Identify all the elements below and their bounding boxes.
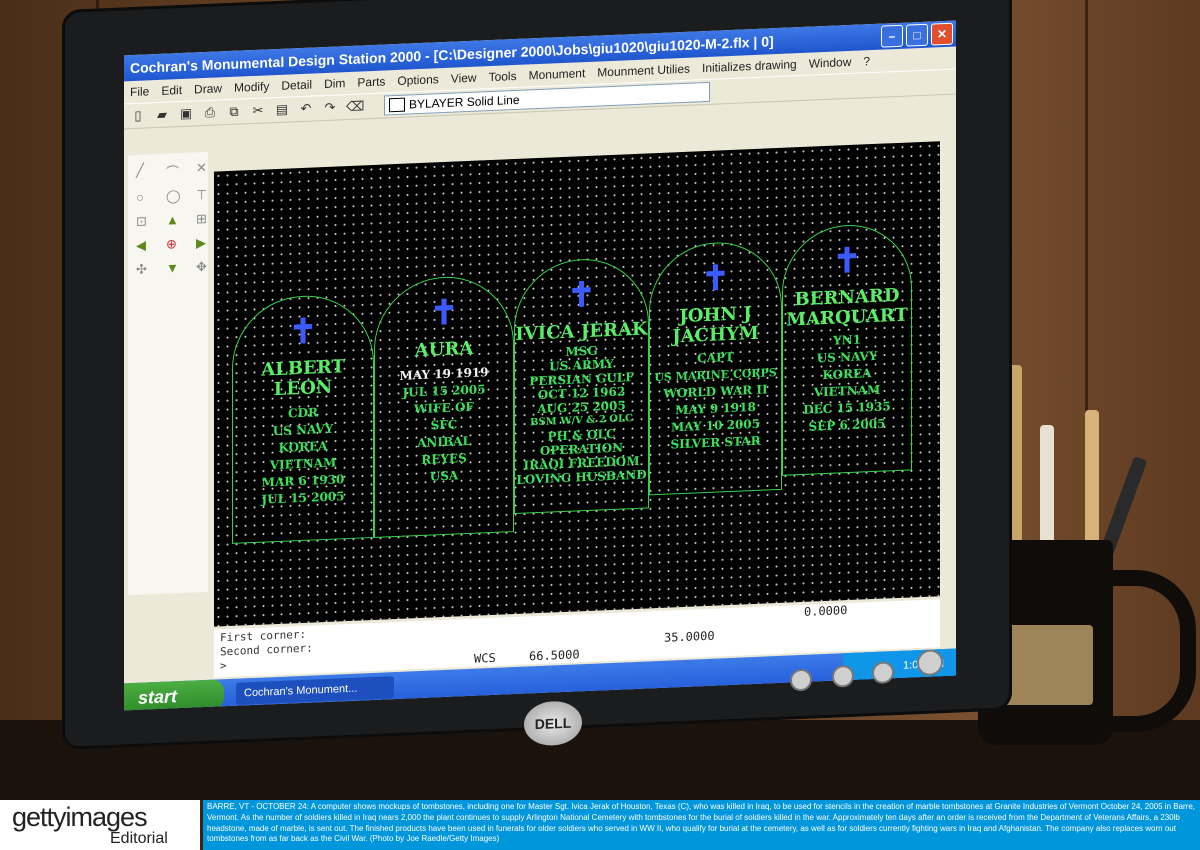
stone-name: JACHYM <box>672 322 759 348</box>
menu-options[interactable]: Options <box>397 72 438 88</box>
eraser-icon[interactable]: ⌫ <box>346 98 364 115</box>
menu-window[interactable]: Window <box>809 55 852 71</box>
new-file-icon[interactable]: ▯ <box>130 107 146 124</box>
stone-name: MARQUART <box>786 304 908 331</box>
start-button[interactable]: start <box>124 679 224 711</box>
cut-icon[interactable]: ✂ <box>250 102 266 119</box>
drawing-canvas[interactable]: ✝ ALBERT LEON CDR US NAVY KOREA VIETNAM … <box>214 141 940 627</box>
menu-modify[interactable]: Modify <box>234 79 269 94</box>
menu-parts[interactable]: Parts <box>357 74 385 89</box>
arrow-down-icon[interactable]: ▼ <box>166 260 188 277</box>
move-icon[interactable]: ✣ <box>136 261 158 278</box>
tombstone[interactable]: ✝ ALBERT LEON CDR US NAVY KOREA VIETNAM … <box>232 292 374 544</box>
minimize-icon[interactable]: – <box>881 24 903 48</box>
circle-tool-icon[interactable]: ○ <box>136 189 158 206</box>
copy-icon[interactable]: ⧉ <box>226 103 242 120</box>
pencil <box>1085 410 1099 560</box>
mug-handle <box>1100 570 1196 732</box>
dell-logo: DELL <box>524 700 582 747</box>
menu-monument[interactable]: Monument <box>529 66 586 82</box>
wcs-label: WCS <box>474 650 496 666</box>
getty-watermark: gettyimages Editorial <box>0 800 200 850</box>
mug-label <box>998 625 1093 705</box>
maximize-icon[interactable]: □ <box>906 23 928 47</box>
arrow-up-icon[interactable]: ▲ <box>166 212 188 229</box>
taskbar-item-cochrans[interactable]: Cochran's Monument... <box>236 676 394 705</box>
monitor-button[interactable] <box>790 668 812 692</box>
arrow-left-icon[interactable]: ◀ <box>136 237 158 254</box>
getty-brand: gettyimages <box>12 802 148 832</box>
menu-dim[interactable]: Dim <box>324 76 345 91</box>
circle-tool-icon[interactable]: ◯ <box>166 188 188 205</box>
coord-x: 66.5000 <box>529 647 580 664</box>
menu-initializes-drawing[interactable]: Initializes drawing <box>702 57 797 75</box>
screen: Cochran's Monumental Design Station 2000… <box>124 20 956 711</box>
pan-icon[interactable]: ⊕ <box>166 236 188 253</box>
redo-icon[interactable]: ↷ <box>322 99 338 116</box>
monitor-button[interactable] <box>832 664 854 688</box>
line-tool-icon[interactable]: ╱ <box>136 162 158 182</box>
getty-editorial: Editorial <box>110 830 168 847</box>
tombstone[interactable]: ✝ AURA MAY 19 1919 JUL 15 2005 WIFE OF S… <box>374 274 514 538</box>
coord-y: 35.0000 <box>664 628 715 645</box>
tombstone[interactable]: ✝ BERNARD MARQUART YN1 US NAVY KOREA VIE… <box>782 222 912 476</box>
tombstone[interactable]: ✝ JOHN J JACHYM CAPT US MARINE CORPS WOR… <box>649 239 782 496</box>
cross-icon: ✝ <box>832 241 862 281</box>
cross-icon: ✝ <box>288 312 318 352</box>
open-folder-icon[interactable]: ▰ <box>154 106 170 123</box>
monitor: Cochran's Monumental Design Station 2000… <box>62 0 1012 790</box>
photo-scene: Cochran's Monumental Design Station 2000… <box>0 0 1200 800</box>
monitor-button[interactable] <box>872 661 894 685</box>
tool-palette: ╱ ⌒ ✕ ○ ◯ ⊤ ⊡ ▲ ⊞ ◀ ⊕ ▶ ✣ ▼ ✥ <box>128 151 208 596</box>
cross-icon: ✝ <box>429 293 459 333</box>
menu-tools[interactable]: Tools <box>489 69 517 84</box>
menu-draw[interactable]: Draw <box>194 81 222 96</box>
menu-file[interactable]: File <box>130 84 149 99</box>
undo-icon[interactable]: ↶ <box>298 100 314 117</box>
arc-tool-icon[interactable]: ⌒ <box>166 161 188 181</box>
photo-caption: BARRE, VT - OCTOBER 24: A computer shows… <box>203 800 1200 850</box>
cross-icon: ✝ <box>567 275 596 315</box>
coord-z: 0.0000 <box>804 603 848 619</box>
cross-icon: ✝ <box>701 259 730 299</box>
stone-name: AURA <box>414 337 474 362</box>
close-icon[interactable]: ✕ <box>931 22 953 46</box>
print-icon[interactable]: ⎙ <box>202 104 218 121</box>
paste-icon[interactable]: ▤ <box>274 101 290 118</box>
menu-edit[interactable]: Edit <box>161 83 182 98</box>
menu-help[interactable]: ? <box>863 54 870 68</box>
menu-detail[interactable]: Detail <box>281 78 312 93</box>
save-icon[interactable]: ▣ <box>178 105 194 122</box>
tombstone[interactable]: ✝ IVICA JERAK MSG US ARMY PERSIAN GULF O… <box>514 256 649 515</box>
monitor-bezel: Cochran's Monumental Design Station 2000… <box>62 0 1012 750</box>
menu-view[interactable]: View <box>451 71 477 86</box>
zoom-tool-icon[interactable]: ⊡ <box>136 213 158 230</box>
stone-name: IVICA JERAK <box>515 318 648 345</box>
menu-mounment-utilies[interactable]: Mounment Utilies <box>597 62 690 80</box>
